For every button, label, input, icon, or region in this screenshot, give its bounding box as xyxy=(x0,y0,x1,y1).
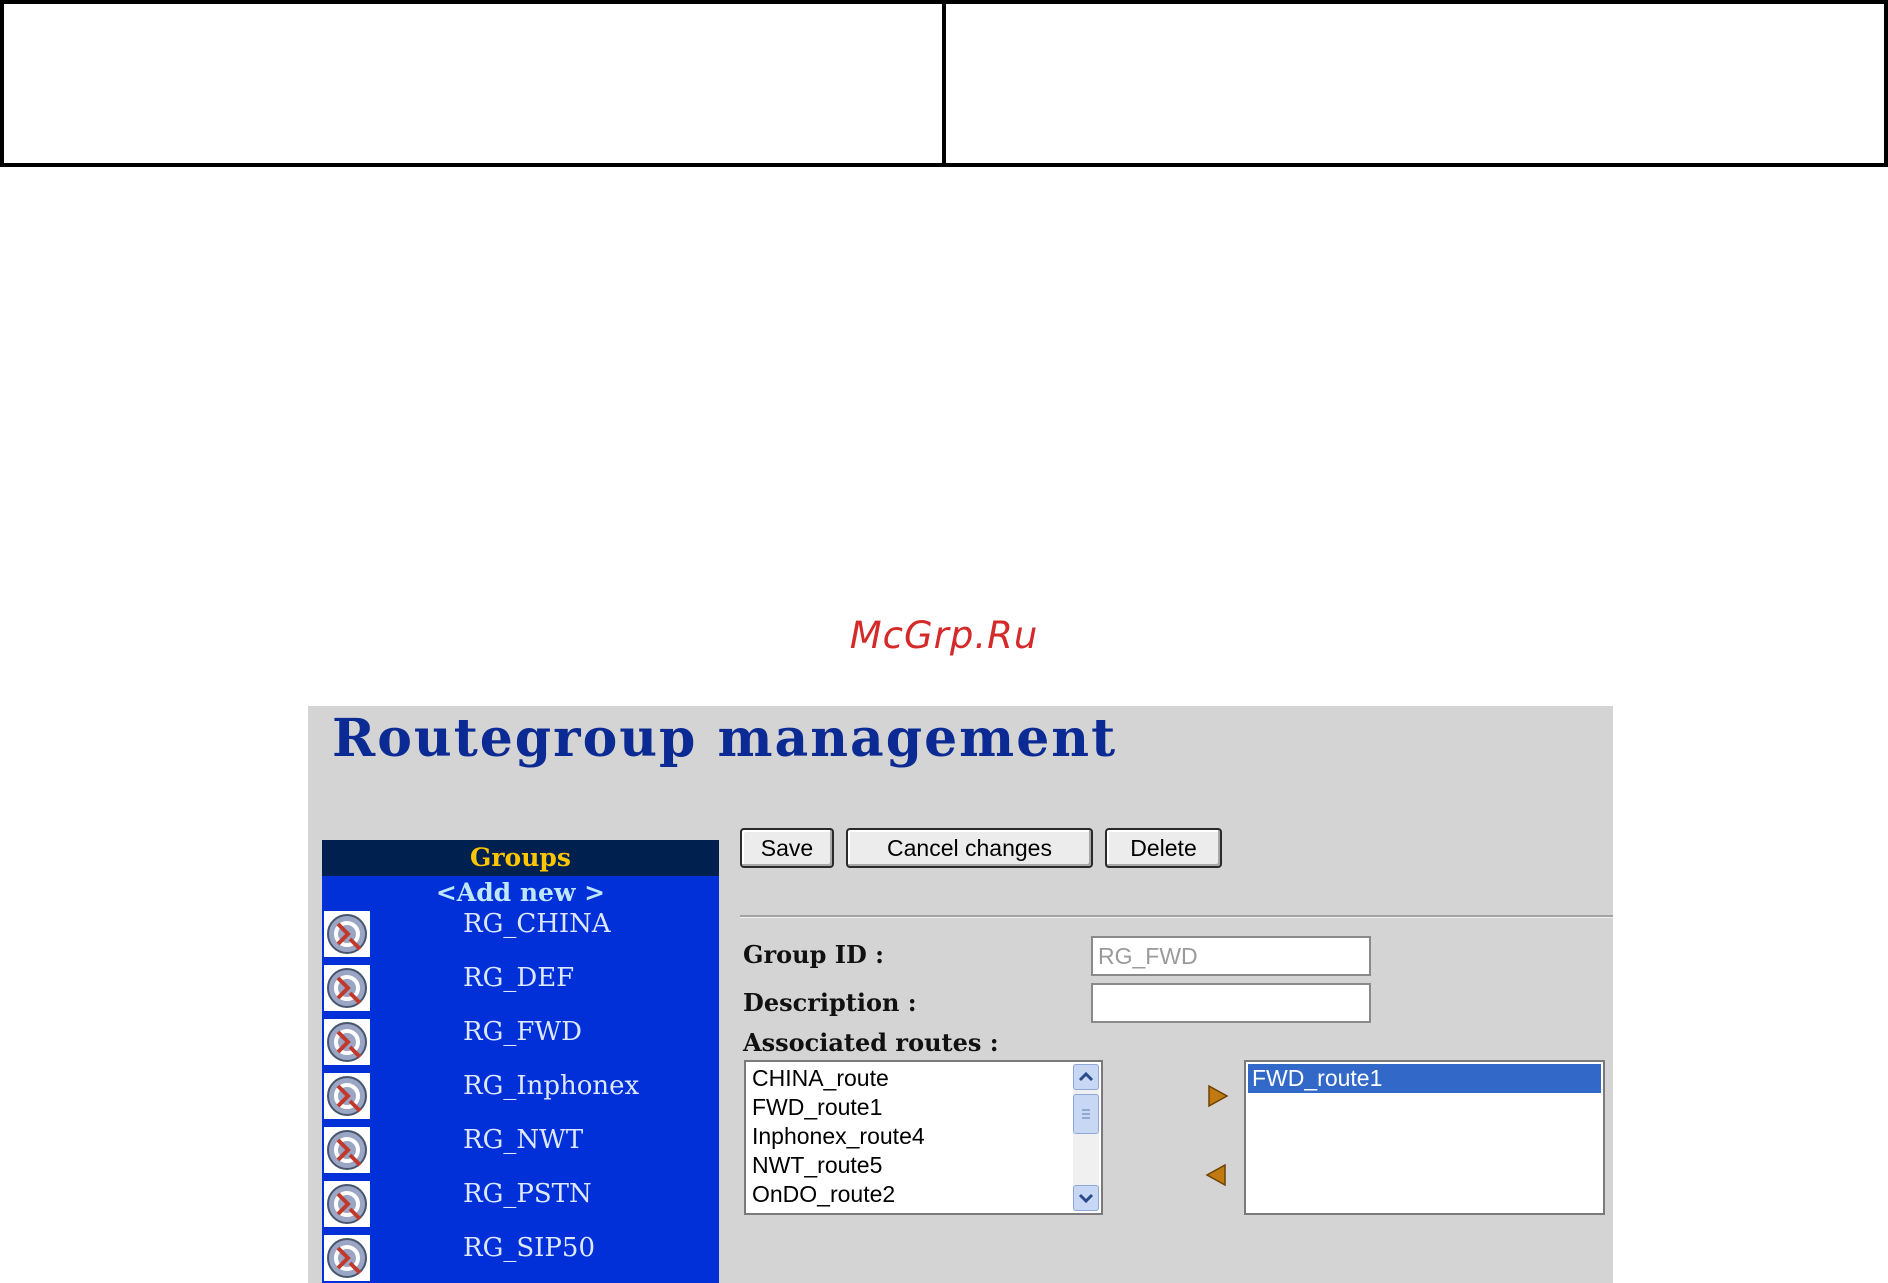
scroll-down-button[interactable] xyxy=(1073,1185,1099,1211)
associated-routes-listbox[interactable]: FWD_route1 xyxy=(1244,1060,1605,1215)
route-group-icon xyxy=(324,965,370,1011)
arrow-right-icon[interactable] xyxy=(1205,1083,1231,1109)
top-table-cell-left xyxy=(4,4,942,163)
group-item-label: RG_Inphonex xyxy=(463,1071,640,1101)
routegroup-management-window: Routegroup management Groups <Add new > … xyxy=(308,706,1613,1283)
delete-button[interactable]: Delete xyxy=(1105,828,1222,868)
groups-panel: Groups <Add new > RG_CHINA RG_DEF RG_FWD… xyxy=(322,840,719,1283)
toolbar: Save Cancel changes Delete xyxy=(740,828,1222,868)
group-item-rg-nwt[interactable]: RG_NWT xyxy=(322,1125,719,1180)
group-item-label: RG_PSTN xyxy=(463,1179,592,1209)
available-route-item[interactable]: FWD_route1 xyxy=(746,1093,1101,1122)
route-group-icon xyxy=(324,1127,370,1173)
group-id-input[interactable] xyxy=(1091,936,1371,976)
group-item-rg-china[interactable]: RG_CHINA xyxy=(322,909,719,964)
group-item-rg-fwd[interactable]: RG_FWD xyxy=(322,1017,719,1072)
available-route-item[interactable]: NWT_route5 xyxy=(746,1151,1101,1180)
group-item-rg-pstn[interactable]: RG_PSTN xyxy=(322,1179,719,1234)
page-title: Routegroup management xyxy=(332,708,1118,769)
group-item-label: RG_CHINA xyxy=(463,909,611,939)
save-button[interactable]: Save xyxy=(740,828,834,868)
groups-header: Groups xyxy=(322,840,719,876)
group-list: RG_CHINA RG_DEF RG_FWD RG_Inphonex RG_NW… xyxy=(322,909,719,1283)
available-route-item[interactable]: OnDO_route2 xyxy=(746,1180,1101,1209)
route-group-icon xyxy=(324,1073,370,1119)
route-group-icon xyxy=(324,911,370,957)
divider xyxy=(740,915,1613,918)
available-routes-listbox[interactable]: CHINA_route FWD_route1 Inphonex_route4 N… xyxy=(744,1060,1103,1215)
group-item-label: RG_DEF xyxy=(463,963,575,993)
scroll-up-button[interactable] xyxy=(1073,1064,1099,1090)
arrow-left-icon[interactable] xyxy=(1203,1162,1229,1188)
associated-routes-list: FWD_route1 xyxy=(1246,1062,1603,1093)
associated-routes-label: Associated routes : xyxy=(743,1028,999,1057)
top-table xyxy=(0,0,1888,167)
watermark: McGrp.Ru xyxy=(849,614,1039,657)
scroll-thumb[interactable] xyxy=(1073,1094,1099,1134)
available-routes-list: CHINA_route FWD_route1 Inphonex_route4 N… xyxy=(746,1062,1101,1209)
cancel-changes-button[interactable]: Cancel changes xyxy=(846,828,1093,868)
group-item-rg-sip50[interactable]: RG_SIP50 xyxy=(322,1233,719,1283)
available-route-item[interactable]: Inphonex_route4 xyxy=(746,1122,1101,1151)
associated-route-item[interactable]: FWD_route1 xyxy=(1248,1064,1601,1093)
chevron-down-icon xyxy=(1078,1193,1094,1204)
group-item-rg-def[interactable]: RG_DEF xyxy=(322,963,719,1018)
group-id-label: Group ID : xyxy=(743,940,884,969)
chevron-up-icon xyxy=(1078,1071,1094,1082)
route-group-icon xyxy=(324,1235,370,1281)
description-label: Description : xyxy=(743,988,917,1017)
top-table-cell-right xyxy=(942,4,1884,163)
description-input[interactable] xyxy=(1091,983,1371,1023)
group-item-label: RG_SIP50 xyxy=(463,1233,596,1263)
group-item-label: RG_NWT xyxy=(463,1125,584,1155)
group-item-label: RG_FWD xyxy=(463,1017,582,1047)
route-group-icon xyxy=(324,1019,370,1065)
available-routes-scrollbar[interactable] xyxy=(1073,1064,1099,1211)
route-group-icon xyxy=(324,1181,370,1227)
grip-icon xyxy=(1082,1109,1090,1119)
group-item-rg-inphonex[interactable]: RG_Inphonex xyxy=(322,1071,719,1126)
available-route-item[interactable]: CHINA_route xyxy=(746,1064,1101,1093)
